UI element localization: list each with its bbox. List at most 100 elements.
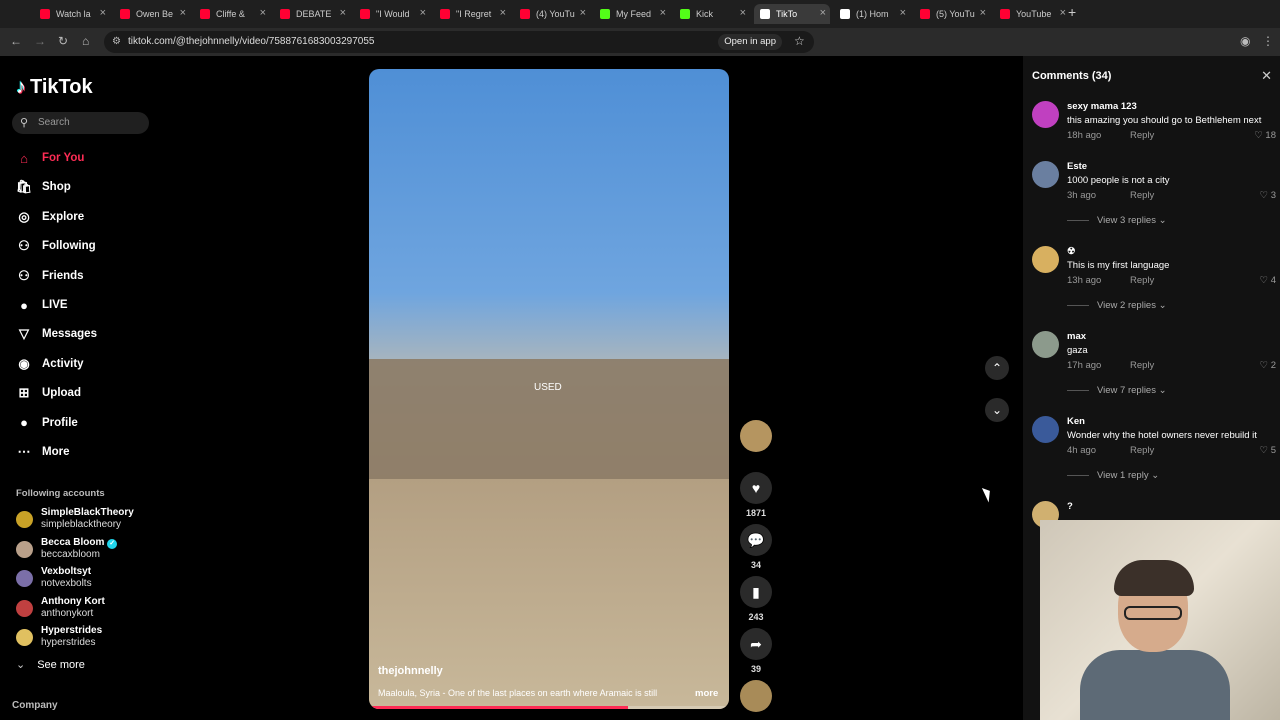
site-info-icon[interactable]: ⚙ [112, 36, 121, 48]
comment-like[interactable]: ♡ 4 [1260, 275, 1276, 286]
reply-button[interactable]: Reply [1130, 190, 1154, 201]
new-tab-icon[interactable]: + [1068, 5, 1076, 19]
view-replies-button[interactable]: View 1 reply ⌄ [1067, 470, 1159, 481]
share-action[interactable]: ➦ 39 [740, 628, 772, 674]
sidebar-item-live[interactable]: ● LIVE [16, 294, 68, 316]
browser-tab[interactable]: YouTube × [994, 4, 1070, 24]
tab-close-icon[interactable]: × [820, 7, 826, 19]
avatar[interactable] [1032, 161, 1059, 188]
avatar[interactable] [1032, 416, 1059, 443]
save-action[interactable]: ▮ 243 [740, 576, 772, 622]
browser-tab[interactable]: DEBATE × [274, 4, 350, 24]
tab-close-icon[interactable]: × [900, 7, 906, 19]
browser-tab[interactable]: Owen Be × [114, 4, 190, 24]
browser-tab[interactable]: My Feed × [594, 4, 670, 24]
see-more-button[interactable]: ⌄ See more [16, 658, 85, 671]
sidebar-item-for-you[interactable]: ⌂ For You [16, 147, 84, 169]
url-text[interactable]: tiktok.com/@thejohnnelly/video/758876168… [128, 36, 374, 47]
view-replies-button[interactable]: View 7 replies ⌄ [1067, 385, 1167, 396]
video-author[interactable]: thejohnnelly [378, 665, 443, 677]
company-link[interactable]: Company [12, 700, 58, 711]
tab-label: DEBATE [296, 9, 332, 19]
tab-close-icon[interactable]: × [340, 7, 346, 19]
previous-video-button[interactable]: ⌃ [985, 356, 1009, 380]
next-video-button[interactable]: ⌄ [985, 398, 1009, 422]
search-input[interactable]: ⚲ Search [12, 112, 149, 134]
tab-close-icon[interactable]: × [1060, 7, 1066, 19]
address-bar[interactable]: ⚙ tiktok.com/@thejohnnelly/video/7588761… [104, 31, 814, 53]
sidebar-item-profile[interactable]: ● Profile [16, 412, 78, 434]
sidebar-item-activity[interactable]: ◉ Activity [16, 353, 83, 375]
sidebar-item-following[interactable]: ⚇ Following [16, 235, 95, 257]
tab-close-icon[interactable]: × [260, 7, 266, 19]
open-in-app-button[interactable]: Open in app [718, 34, 782, 50]
bookmark-icon[interactable]: ▮ [740, 576, 772, 608]
video-progress-bar[interactable] [369, 706, 729, 709]
browser-tab[interactable]: Kick × [674, 4, 750, 24]
comment-author[interactable]: Ken [1067, 416, 1085, 427]
tab-close-icon[interactable]: × [740, 7, 746, 19]
tab-close-icon[interactable]: × [180, 7, 186, 19]
messages-icon: ▽ [19, 326, 29, 342]
tiktok-note-icon: ♪ [16, 76, 26, 98]
bookmark-star-icon[interactable]: ☆ [794, 35, 805, 47]
avatar[interactable] [1032, 101, 1059, 128]
heart-icon[interactable]: ♥ [740, 472, 772, 504]
avatar[interactable] [1032, 246, 1059, 273]
tab-close-icon[interactable]: × [660, 7, 666, 19]
sidebar-item-more[interactable]: ⋯ More [16, 441, 70, 463]
comment-icon[interactable]: 💬 [740, 524, 772, 556]
sidebar-item-explore[interactable]: ◎ Explore [16, 206, 84, 228]
sidebar-item-shop[interactable]: 🛍 Shop [16, 176, 71, 198]
share-icon[interactable]: ➦ [740, 628, 772, 660]
comment-action[interactable]: 💬 34 [740, 524, 772, 570]
browser-tab[interactable]: "I Would × [354, 4, 430, 24]
avatar[interactable] [1032, 331, 1059, 358]
reply-button[interactable]: Reply [1130, 445, 1154, 456]
comment-like[interactable]: ♡ 5 [1260, 445, 1276, 456]
like-action[interactable]: ♥ 1871 [740, 472, 772, 518]
reload-icon[interactable]: ↻ [58, 35, 68, 47]
tab-close-icon[interactable]: × [500, 7, 506, 19]
reply-button[interactable]: Reply [1130, 360, 1154, 371]
comment-author[interactable]: max [1067, 331, 1086, 342]
browser-tab[interactable]: (1) Hom × [834, 4, 910, 24]
menu-kebab-icon[interactable]: ⋮ [1262, 35, 1274, 47]
sound-disc[interactable] [740, 680, 772, 712]
sidebar-item-friends[interactable]: ⚇ Friends [16, 265, 83, 287]
reply-button[interactable]: Reply [1130, 275, 1154, 286]
tab-close-icon[interactable]: × [420, 7, 426, 19]
tab-close-icon[interactable]: × [100, 7, 106, 19]
browser-tab[interactable]: TikTo × [754, 4, 830, 24]
comment-author[interactable]: ? [1067, 501, 1073, 512]
comment-like[interactable]: ♡ 3 [1260, 190, 1276, 201]
browser-tab[interactable]: "I Regret × [434, 4, 510, 24]
profile-avatar-icon[interactable]: ◉ [1240, 35, 1250, 47]
comment-like[interactable]: ♡ 18 [1254, 130, 1276, 141]
creator-avatar[interactable] [740, 420, 772, 452]
comment-author[interactable]: ☢ [1067, 246, 1076, 257]
browser-tab[interactable]: (5) YouTu × [914, 4, 990, 24]
sidebar-item-upload[interactable]: ⊞ Upload [16, 382, 81, 404]
comment-author[interactable]: sexy mama 123 [1067, 101, 1137, 112]
home-button-icon[interactable]: ⌂ [82, 35, 89, 47]
tab-close-icon[interactable]: × [980, 7, 986, 19]
forward-icon[interactable]: → [34, 35, 46, 47]
comment-like[interactable]: ♡ 2 [1260, 360, 1276, 371]
browser-tab[interactable]: Cliffe & × [194, 4, 270, 24]
reply-button[interactable]: Reply [1130, 130, 1154, 141]
view-replies-button[interactable]: View 3 replies ⌄ [1067, 215, 1167, 226]
tab-close-icon[interactable]: × [580, 7, 586, 19]
tab-label: YouTube [1016, 9, 1052, 19]
back-icon[interactable]: ← [10, 35, 22, 47]
caption-more-button[interactable]: more [695, 688, 718, 699]
close-icon[interactable]: ✕ [1261, 68, 1272, 84]
sidebar-item-messages[interactable]: ▽ Messages [16, 323, 97, 345]
video-player[interactable]: USED thejohnnelly Maaloula, Syria - One … [369, 69, 729, 709]
comment-author[interactable]: Este [1067, 161, 1087, 172]
view-replies-button[interactable]: View 2 replies ⌄ [1067, 300, 1167, 311]
browser-tab[interactable]: (4) YouTu × [514, 4, 590, 24]
browser-tab[interactable]: Watch la × [34, 4, 110, 24]
tiktok-logo[interactable]: ♪ TikTok [16, 76, 93, 99]
sidebar-item-label: More [42, 446, 70, 458]
